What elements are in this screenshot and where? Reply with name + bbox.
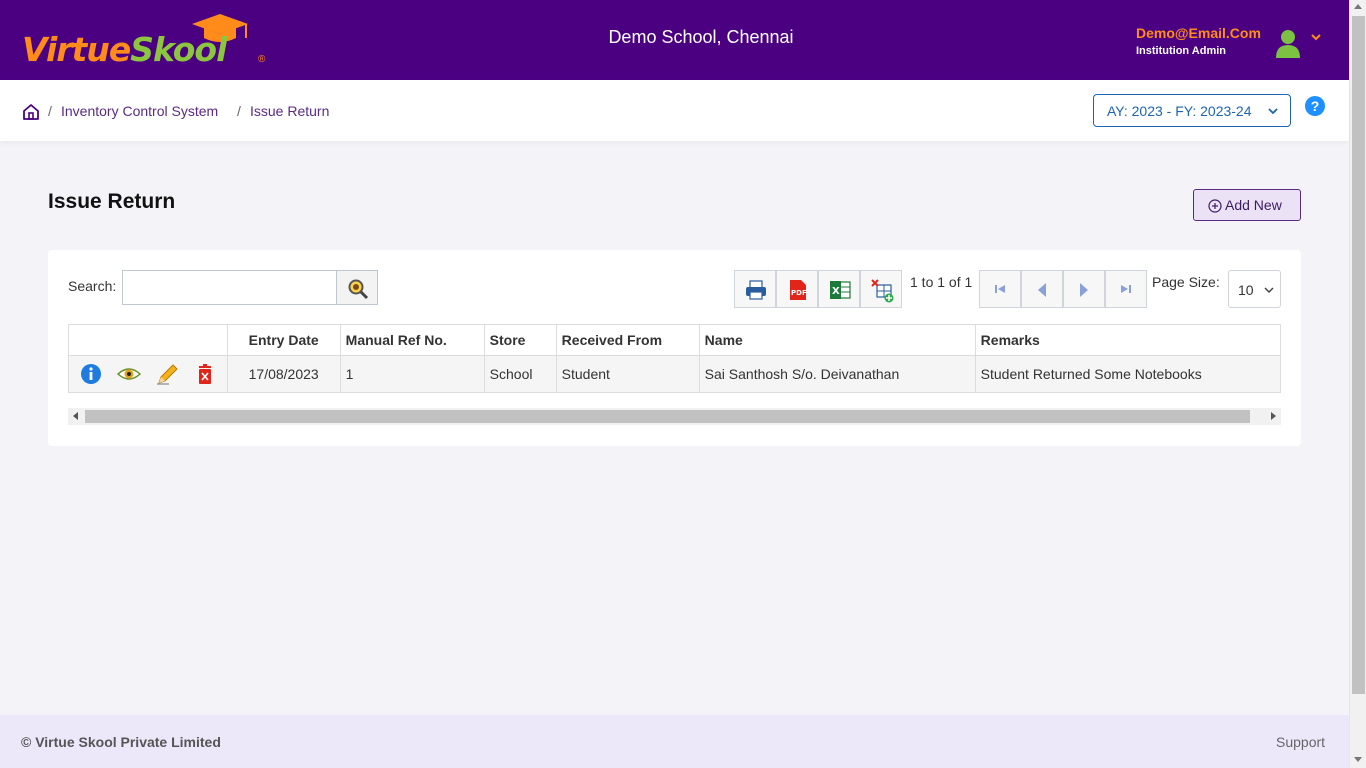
academic-year-select[interactable]: AY: 2023 - FY: 2023-24 [1093, 94, 1291, 127]
info-icon[interactable] [79, 363, 103, 385]
first-page-button[interactable] [979, 270, 1021, 308]
plus-circle-icon [1208, 199, 1222, 213]
vertical-scrollbar[interactable] [1349, 0, 1366, 768]
chevron-down-icon [1268, 108, 1278, 115]
last-page-button[interactable] [1105, 270, 1147, 308]
home-icon[interactable] [22, 103, 40, 121]
user-avatar-icon[interactable] [1274, 28, 1302, 58]
first-page-icon [995, 285, 1005, 293]
cell-name: Sai Santhosh S/o. Deivanathan [698, 355, 976, 393]
support-link[interactable]: Support [1276, 734, 1325, 750]
column-header-actions [68, 324, 228, 356]
last-page-icon [1121, 285, 1131, 293]
breadcrumb-separator: / [48, 103, 52, 119]
copyright-text: © Virtue Skool Private Limited [21, 734, 221, 750]
column-header-received-from[interactable]: Received From [555, 324, 700, 356]
grid-add-icon [871, 279, 894, 303]
search-label: Search: [68, 278, 117, 294]
page-title: Issue Return [48, 190, 176, 213]
user-role: Institution Admin [1136, 45, 1227, 57]
breadcrumb-separator: / [237, 103, 241, 119]
scroll-left-arrow-icon[interactable] [73, 412, 78, 420]
search-button[interactable] [336, 270, 378, 305]
column-header-store[interactable]: Store [483, 324, 557, 356]
pager-status: 1 to 1 of 1 [910, 274, 973, 290]
column-chooser-button[interactable] [860, 270, 902, 308]
help-icon[interactable]: ? [1305, 96, 1325, 116]
top-header: VirtueSkool ® Demo School, Chennai Demo@… [0, 0, 1349, 80]
breadcrumb-issue-return[interactable]: Issue Return [250, 103, 329, 119]
footer: © Virtue Skool Private Limited Support [0, 715, 1349, 768]
breadcrumb-bar: / Inventory Control System / Issue Retur… [0, 80, 1349, 141]
issue-return-table: Entry Date Manual Ref No. Store Received… [68, 324, 1282, 393]
table-header-row: Entry Date Manual Ref No. Store Received… [68, 324, 1282, 356]
previous-page-icon [1038, 283, 1046, 297]
svg-text:PDF: PDF [791, 289, 807, 297]
view-icon[interactable] [116, 363, 142, 385]
pdf-icon: PDF [790, 280, 807, 300]
add-new-button[interactable]: Add New [1193, 189, 1301, 221]
issue-return-card: Search: PDF X 1 to 1 of 1 Page Size: 10 … [48, 250, 1301, 446]
next-page-button[interactable] [1063, 270, 1105, 308]
page-size-select[interactable]: 10 [1228, 270, 1281, 308]
cell-received-from: Student [555, 355, 700, 393]
breadcrumb-inventory-control-system[interactable]: Inventory Control System [61, 103, 218, 119]
cell-manual-ref-no: 1 [339, 355, 485, 393]
academic-year-value: AY: 2023 - FY: 2023-24 [1107, 103, 1252, 119]
scroll-down-arrow-icon[interactable] [1354, 757, 1362, 762]
next-page-icon [1080, 283, 1088, 297]
edit-icon[interactable] [155, 363, 179, 385]
column-header-entry-date[interactable]: Entry Date [226, 324, 341, 356]
previous-page-button[interactable] [1021, 270, 1063, 308]
page-size-label: Page Size: [1152, 274, 1220, 290]
cell-store: School [483, 355, 557, 393]
search-icon [348, 279, 369, 300]
chevron-down-icon [1264, 287, 1274, 294]
add-new-label: Add New [1225, 197, 1282, 213]
export-pdf-button[interactable]: PDF [776, 270, 818, 308]
svg-text:X: X [832, 286, 840, 297]
column-header-remarks[interactable]: Remarks [974, 324, 1282, 356]
virtueskool-logo[interactable]: VirtueSkool ® [22, 14, 272, 70]
printer-icon [746, 280, 766, 300]
scroll-up-arrow-icon[interactable] [1354, 4, 1362, 9]
column-header-manual-ref-no[interactable]: Manual Ref No. [339, 324, 485, 356]
export-excel-button[interactable]: X [818, 270, 860, 308]
delete-icon[interactable] [193, 363, 217, 385]
column-header-name[interactable]: Name [698, 324, 976, 356]
search-input[interactable] [122, 270, 337, 305]
table-row: 17/08/2023 1 School Student Sai Santhosh… [68, 355, 1282, 393]
page-size-value: 10 [1238, 282, 1254, 298]
user-email[interactable]: Demo@Email.Com [1136, 25, 1261, 41]
scroll-right-arrow-icon[interactable] [1271, 412, 1276, 420]
row-actions-cell [68, 355, 228, 393]
excel-icon: X [830, 281, 851, 299]
horizontal-scrollbar-thumb[interactable] [85, 410, 1250, 423]
chevron-down-icon[interactable] [1310, 32, 1322, 42]
scrollbar-thumb[interactable] [1352, 16, 1365, 694]
registered-mark: ® [258, 54, 266, 65]
school-name: Demo School, Chennai [608, 27, 794, 47]
logo-text: VirtueSkool [22, 30, 227, 69]
horizontal-scrollbar[interactable] [68, 408, 1281, 425]
cell-entry-date: 17/08/2023 [226, 355, 341, 393]
print-button[interactable] [734, 270, 776, 308]
cell-remarks: Student Returned Some Notebooks [974, 355, 1282, 393]
